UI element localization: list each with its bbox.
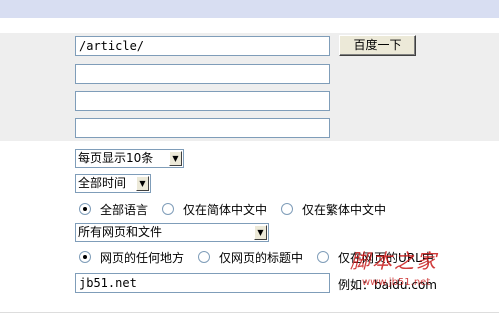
chevron-down-icon[interactable]: ▼	[254, 225, 267, 240]
file-type-select[interactable]: 所有网页和文件 ▼	[75, 223, 269, 242]
watermark-text: 脚本之家	[350, 249, 438, 273]
chevron-down-icon[interactable]: ▼	[169, 151, 182, 166]
site-input[interactable]: jb51.net	[75, 273, 330, 293]
position-anywhere-radio[interactable]	[79, 251, 91, 263]
results-per-page-value: 每页显示10条	[78, 151, 154, 165]
watermark-logo: 脚本之家 www.jb51.net	[350, 245, 470, 293]
search-field-4[interactable]	[75, 118, 330, 138]
position-url-radio[interactable]	[317, 251, 330, 263]
search-query-input[interactable]: /article/	[75, 36, 330, 56]
position-title-radio[interactable]	[198, 251, 211, 263]
language-all-label: 全部语言	[100, 202, 149, 217]
position-anywhere-label: 网页的任何地方	[100, 250, 185, 265]
watermark-url: www.jb51.net	[362, 277, 431, 288]
top-bar	[0, 0, 499, 18]
time-range-select[interactable]: 全部时间 ▼	[75, 174, 151, 193]
language-simplified-label: 仅在简体中文中	[183, 202, 268, 217]
divider	[0, 312, 499, 313]
chevron-down-icon[interactable]: ▼	[136, 176, 149, 191]
search-field-3[interactable]	[75, 91, 330, 111]
language-traditional-radio[interactable]	[281, 203, 294, 215]
language-all-radio[interactable]	[79, 203, 91, 215]
search-field-2[interactable]	[75, 64, 330, 84]
language-simplified-radio[interactable]	[162, 203, 175, 215]
baidu-search-button[interactable]: 百度一下	[339, 35, 416, 56]
file-type-value: 所有网页和文件	[78, 225, 163, 239]
time-range-value: 全部时间	[78, 176, 127, 190]
position-title-label: 仅网页的标题中	[219, 250, 304, 265]
language-radio-group: 全部语言 仅在简体中文中 仅在繁体中文中	[79, 201, 386, 217]
language-traditional-label: 仅在繁体中文中	[302, 202, 387, 217]
results-per-page-select[interactable]: 每页显示10条 ▼	[75, 149, 184, 168]
